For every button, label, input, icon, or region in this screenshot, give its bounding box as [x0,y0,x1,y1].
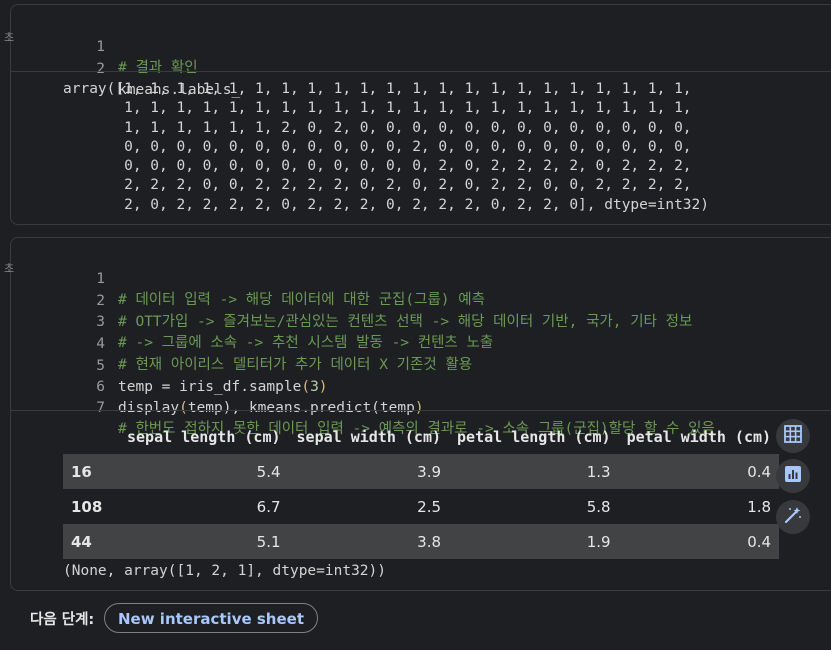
table-cell: 5.4 [119,454,289,489]
code-text: temp = iris_df.sample(3) [118,377,328,398]
code-number: 3 [310,379,319,395]
code-text: # 결과 확인 [118,60,198,76]
table-cell: 1.9 [449,524,619,559]
cell-output: array([1, 1, 1, 1, 1, 1, 1, 1, 1, 1, 1, … [63,81,710,213]
table-cell: 1.8 [618,489,780,524]
table-row: 108 6.7 2.5 5.8 1.8 [63,489,780,524]
table-cell: 1.3 [449,454,619,489]
row-index: 16 [63,454,119,489]
code-line: 4 # 현재 아이리스 델티터가 추가 데이터 X 기존것 활용 [11,313,472,373]
column-header: petal width (cm) [626,427,772,446]
code-cell-2[interactable]: 초 1 # 데이터 입력 -> 해당 데이터에 대한 군집(그룹) 예측 2 #… [4,237,831,591]
code-line: 3 # -> 그룹에 소속 -> 추천 시스템 발동 -> 컨텐츠 노출 [11,291,493,351]
code-line: 1 # 데이터 입력 -> 해당 데이터에 대한 군집(그룹) 예측 [11,248,485,308]
line-number: 2 [96,61,105,77]
line-number: 5 [96,358,105,374]
table-cell: 3.8 [288,524,450,559]
code-paren: ( [301,379,311,395]
magic-wand-icon [782,504,804,530]
row-index: 108 [63,489,119,524]
code-token: temp), kmeans.predict(temp [187,400,415,416]
code-line: 5 temp = iris_df.sample(3) [11,335,327,395]
code-token: temp = iris_df.sample [118,379,302,395]
code-text: # -> 그룹에 소속 -> 추천 시스템 발동 -> 컨텐츠 노출 [118,335,494,351]
code-text: display(temp), kmeans.predict(temp) [118,398,424,419]
line-number: 2 [96,293,105,309]
dataframe-table: sepal length (cm) sepal width (cm) petal… [63,419,780,559]
code-cell-1[interactable]: 초 1 # 결과 확인 2 kmeans.labels_ array([1, 1… [4,4,831,225]
code-paren: ( [179,400,188,416]
code-line: 2 kmeans.labels_ [11,38,240,98]
table-cell: 0.4 [618,524,780,559]
line-number: 6 [96,379,105,395]
new-interactive-sheet-button[interactable]: New interactive sheet [104,603,318,633]
line-number: 3 [96,314,105,330]
code-token: display [118,400,180,416]
suggest-chart-button[interactable] [776,459,810,493]
table-row: 44 5.1 3.8 1.9 0.4 [63,524,780,559]
code-text: # OTT가입 -> 즐겨보는/관심있는 컨텐츠 선택 -> 해당 데이터 기반… [118,314,693,330]
generate-code-button[interactable] [776,500,810,534]
code-paren: ) [414,400,424,416]
table-cell: 2.5 [288,489,450,524]
table-header-row: sepal length (cm) sepal width (cm) petal… [63,419,779,454]
line-number: 7 [96,400,105,416]
code-text: # 현재 아이리스 델티터가 추가 데이터 X 기존것 활용 [118,357,473,373]
cell-output: (None, array([1, 2, 1], dtype=int32)) [63,563,387,579]
next-steps-bar: 다음 단계: New interactive sheet [10,594,831,642]
line-number: 1 [96,39,105,55]
table-cell: 3.9 [288,454,450,489]
code-line: 2 # OTT가입 -> 즐겨보는/관심있는 컨텐츠 선택 -> 해당 데이터 … [11,270,692,330]
next-steps-label: 다음 단계: [30,612,95,628]
line-number: 1 [96,271,105,287]
table-cell: 6.7 [119,489,289,524]
output-divider [11,410,831,411]
column-header: petal length (cm) [457,427,611,446]
row-index: 44 [63,524,119,559]
table-cell: 5.1 [119,524,289,559]
chart-icon [783,464,803,488]
column-header [63,419,119,454]
output-divider [11,71,831,72]
code-text: # 데이터 입력 -> 해당 데이터에 대한 군집(그룹) 예측 [118,292,485,308]
code-line: 6 display(temp), kmeans.predict(temp) [11,356,423,416]
code-paren: ) [318,379,328,395]
column-header: sepal width (cm) [296,427,442,446]
table-icon [783,424,803,448]
code-line: 1 # 결과 확인 [11,16,197,76]
table-row: 16 5.4 3.9 1.3 0.4 [63,454,780,489]
code-line: 7 # 한번도 접하지 못한 데이터 입력 -> 예측의 결과로 -> 소속 그… [11,377,715,437]
convert-to-table-button[interactable] [776,419,810,453]
table-cell: 0.4 [618,454,780,489]
line-number: 4 [96,336,105,352]
column-header: sepal length (cm) [127,427,281,446]
table-cell: 5.8 [449,489,619,524]
